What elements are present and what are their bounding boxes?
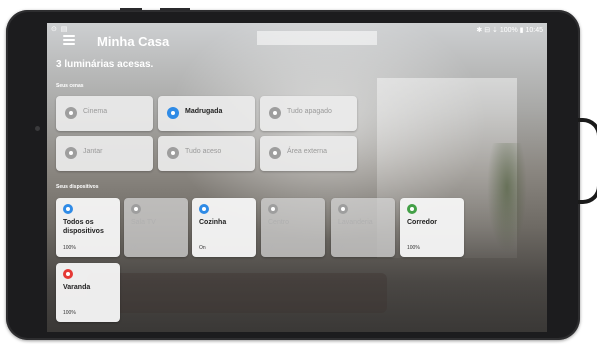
device-value: Off	[131, 245, 138, 251]
scene-icon	[167, 107, 179, 119]
status-right-info: ✱ ⊟ ⇣ 100% ▮ 10:45	[476, 27, 543, 34]
light-icon	[268, 204, 278, 214]
front-camera	[35, 126, 40, 131]
light-icon	[407, 204, 417, 214]
hamburger-menu-icon[interactable]	[63, 35, 75, 45]
device-tile-corredor[interactable]: Corredor 100%	[400, 198, 464, 257]
scene-icon	[269, 107, 281, 119]
scene-label: Cinema	[83, 108, 108, 115]
device-tile-cozinha[interactable]: Cozinha On	[192, 198, 256, 257]
device-tile-lavanderia[interactable]: Lavanderia Off	[331, 198, 395, 257]
scene-label: Jantar	[83, 148, 103, 155]
device-name: Sala TV	[131, 219, 156, 226]
device-tile-todos[interactable]: Todos os dispositivos 100%	[56, 198, 120, 257]
device-value: On	[199, 245, 206, 251]
scene-icon	[65, 107, 77, 119]
scene-label: Madrugada	[185, 108, 223, 115]
light-icon	[131, 204, 141, 214]
device-name: Varanda	[63, 284, 91, 291]
device-name: Centro	[268, 219, 290, 226]
device-tile-centro[interactable]: Centro Off	[261, 198, 325, 257]
scene-area-externa-button[interactable]: Área externa	[260, 136, 357, 171]
device-name: Lavanderia	[338, 219, 373, 226]
scene-label: Tudo aceso	[185, 148, 222, 155]
page-title: Minha Casa	[97, 34, 170, 49]
status-left-icons: ⊙ ▤	[51, 26, 69, 33]
light-icon	[199, 204, 209, 214]
scene-icon	[167, 147, 179, 159]
volume-button	[120, 8, 142, 11]
light-icon	[338, 204, 348, 214]
scene-tudo-apagado-button[interactable]: Tudo apagado	[260, 96, 357, 131]
devices-section-label: Seus dispositivos	[56, 184, 99, 190]
scene-icon	[269, 147, 281, 159]
scene-cinema-button[interactable]: Cinema	[56, 96, 153, 131]
device-value: 100%	[63, 245, 76, 251]
device-name: Cozinha	[199, 219, 227, 226]
scene-jantar-button[interactable]: Jantar	[56, 136, 153, 171]
power-button	[160, 8, 190, 11]
scenes-section-label: Seus cenas	[56, 83, 84, 89]
device-value: 100%	[407, 245, 420, 251]
device-value: 100%	[63, 310, 76, 316]
scene-tudo-aceso-button[interactable]: Tudo aceso	[158, 136, 255, 171]
scene-madrugada-button[interactable]: Madrugada	[158, 96, 255, 131]
scene-label: Tudo apagado	[287, 108, 332, 115]
light-icon	[63, 204, 73, 214]
charging-cable	[578, 118, 597, 204]
device-tile-varanda[interactable]: Varanda 100%	[56, 263, 120, 322]
scene-icon	[65, 147, 77, 159]
background-sofa	[87, 273, 387, 313]
device-value: Off	[268, 245, 275, 251]
scene-label: Área externa	[287, 148, 328, 155]
device-tile-sala-tv[interactable]: Sala TV Off	[124, 198, 188, 257]
device-name: Corredor	[407, 219, 437, 226]
device-value: Off	[338, 245, 345, 251]
light-icon	[63, 269, 73, 279]
device-name: Todos os dispositivos	[63, 219, 104, 235]
background-plant	[487, 143, 527, 253]
screen: ⊙ ▤ ✱ ⊟ ⇣ 100% ▮ 10:45 Minha Casa 3 lumi…	[47, 23, 547, 332]
lights-summary: 3 luminárias acesas.	[56, 59, 154, 70]
